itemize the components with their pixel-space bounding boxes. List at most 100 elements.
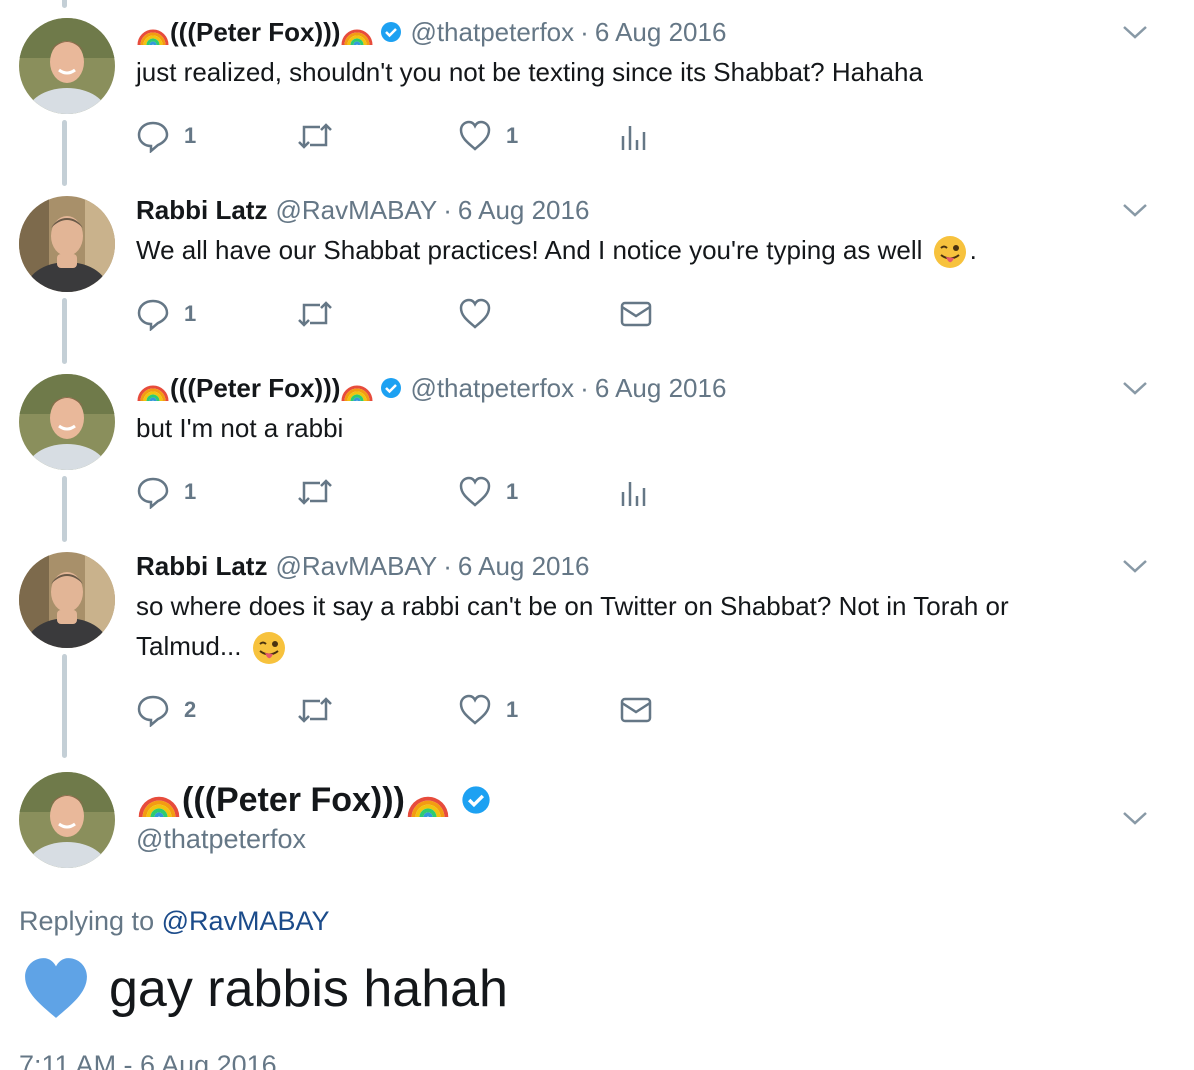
rainbow-icon xyxy=(137,29,169,45)
retweet-button[interactable] xyxy=(296,472,348,512)
analytics-button[interactable] xyxy=(620,472,646,512)
author-handle[interactable]: @thatpeterfox xyxy=(410,373,574,404)
tweet-header: (((Peter Fox))) @thatpeterfox · 6 Aug 20… xyxy=(136,370,726,406)
tweet-date[interactable]: 6 Aug 2016 xyxy=(458,195,590,226)
like-button[interactable]: 1 xyxy=(458,116,518,156)
heart-icon xyxy=(459,694,491,725)
retweet-button[interactable] xyxy=(296,294,348,334)
verified-badge-icon xyxy=(462,786,490,814)
avatar[interactable] xyxy=(19,552,115,648)
reply-count: 1 xyxy=(184,123,197,148)
avatar[interactable] xyxy=(19,18,115,114)
tweet-date[interactable]: 6 Aug 2016 xyxy=(595,373,727,404)
tweet-actions: 1 1 xyxy=(136,116,696,156)
separator: · xyxy=(580,16,589,47)
avatar[interactable] xyxy=(19,196,115,292)
verified-badge-icon xyxy=(381,22,402,42)
focused-tweet-content: gay rabbis hahah xyxy=(109,960,508,1018)
reply-button[interactable]: 1 xyxy=(136,294,196,334)
retweet-icon xyxy=(298,301,332,327)
rainbow-icon xyxy=(407,796,449,817)
retweet-button[interactable] xyxy=(296,690,348,730)
tweet-actions: 1 1 xyxy=(136,472,696,512)
tweet-text: just realized, shouldn't you not be text… xyxy=(136,52,1116,92)
direct-message-button[interactable] xyxy=(620,690,652,730)
author-handle[interactable]: @thatpeterfox xyxy=(136,824,306,855)
rainbow-icon xyxy=(137,385,169,401)
tweet-text: but I'm not a rabbi xyxy=(136,408,1116,448)
reply-count: 1 xyxy=(184,479,197,504)
thread-tweet[interactable]: (((Peter Fox))) @thatpeterfox · 6 Aug 20… xyxy=(0,14,1194,174)
thread-tweet[interactable]: (((Peter Fox))) @thatpeterfox · 6 Aug 20… xyxy=(0,370,1194,530)
tweet-actions: 1 xyxy=(136,294,696,334)
thread-connector xyxy=(62,0,67,8)
separator: · xyxy=(443,550,452,581)
author-name[interactable]: Rabbi Latz xyxy=(136,195,267,226)
envelope-icon xyxy=(620,301,652,327)
tweet-header: Rabbi Latz @RavMABAY · 6 Aug 2016 xyxy=(136,548,589,584)
chevron-down-icon[interactable] xyxy=(1122,202,1148,218)
reply-icon xyxy=(137,695,169,727)
tweet-text: We all have our Shabbat practices! And I… xyxy=(136,230,1116,270)
tweet-text-content: We all have our Shabbat practices! And I… xyxy=(136,235,923,265)
analytics-button[interactable] xyxy=(620,116,646,156)
like-count: 1 xyxy=(506,123,519,148)
tweet-date[interactable]: 6 Aug 2016 xyxy=(595,17,727,48)
focused-tweet-text: gay rabbis hahah xyxy=(19,956,508,1022)
replying-to-link[interactable]: @RavMABAY xyxy=(162,906,330,936)
reply-button[interactable]: 1 xyxy=(136,116,196,156)
direct-message-button[interactable] xyxy=(620,294,652,334)
chevron-down-icon[interactable] xyxy=(1122,380,1148,396)
reply-icon xyxy=(137,121,169,153)
verified-badge-icon xyxy=(381,378,402,398)
tweet-text: so where does it say a rabbi can't be on… xyxy=(136,586,1096,666)
author-name[interactable]: (((Peter Fox))) xyxy=(170,17,340,48)
author-name[interactable]: (((Peter Fox))) xyxy=(170,373,340,404)
reply-icon xyxy=(137,477,169,509)
reply-button[interactable]: 1 xyxy=(136,472,196,512)
tweet-actions: 2 1 xyxy=(136,690,696,730)
winking-face-with-tongue-icon xyxy=(252,632,285,665)
thread-tweet[interactable]: Rabbi Latz @RavMABAY · 6 Aug 2016 We all… xyxy=(0,192,1194,352)
focused-tweet: (((Peter Fox))) @thatpeterfox Replying t… xyxy=(0,768,1194,1070)
reply-count: 2 xyxy=(184,697,197,722)
tweet-text-suffix: . xyxy=(969,235,977,265)
heart-icon xyxy=(459,476,491,507)
author-name[interactable]: (((Peter Fox))) xyxy=(182,781,405,820)
retweet-button[interactable] xyxy=(296,116,348,156)
winking-face-with-tongue-icon xyxy=(933,236,966,269)
heart-icon xyxy=(459,298,491,329)
blue-heart-icon xyxy=(25,958,87,1018)
author-name[interactable]: Rabbi Latz xyxy=(136,551,267,582)
rainbow-icon xyxy=(341,29,373,45)
replying-to-prefix: Replying to xyxy=(19,906,155,936)
tweet-timestamp[interactable]: 7:11 AM - 6 Aug 2016 xyxy=(19,1050,277,1070)
like-button[interactable]: 1 xyxy=(458,690,518,730)
analytics-icon xyxy=(621,126,646,150)
avatar[interactable] xyxy=(19,772,115,868)
tweet-text-content: but I'm not a rabbi xyxy=(136,413,344,443)
tweet-date[interactable]: 6 Aug 2016 xyxy=(458,551,590,582)
chevron-down-icon[interactable] xyxy=(1122,558,1148,574)
author-handle[interactable]: @RavMABAY xyxy=(275,195,437,226)
replying-to-label: Replying to @RavMABAY xyxy=(19,906,330,937)
chevron-down-icon[interactable] xyxy=(1122,810,1148,826)
rainbow-icon xyxy=(341,385,373,401)
tweet-thread-page: (((Peter Fox))) @thatpeterfox · 6 Aug 20… xyxy=(0,0,1194,1070)
reply-button[interactable]: 2 xyxy=(136,690,196,730)
reply-count: 1 xyxy=(184,301,197,326)
author-handle[interactable]: @thatpeterfox xyxy=(410,17,574,48)
retweet-icon xyxy=(298,123,332,149)
chevron-down-icon[interactable] xyxy=(1122,24,1148,40)
avatar[interactable] xyxy=(19,374,115,470)
like-button[interactable]: 1 xyxy=(458,472,518,512)
thread-tweet[interactable]: Rabbi Latz @RavMABAY · 6 Aug 2016 so whe… xyxy=(0,548,1194,748)
tweet-header: Rabbi Latz @RavMABAY · 6 Aug 2016 xyxy=(136,192,589,228)
like-button[interactable] xyxy=(458,294,506,334)
analytics-icon xyxy=(621,482,646,506)
tweet-text-content: just realized, shouldn't you not be text… xyxy=(136,57,923,87)
tweet-header: (((Peter Fox))) xyxy=(136,776,491,824)
separator: · xyxy=(580,372,589,403)
author-handle[interactable]: @RavMABAY xyxy=(275,551,437,582)
separator: · xyxy=(443,194,452,225)
